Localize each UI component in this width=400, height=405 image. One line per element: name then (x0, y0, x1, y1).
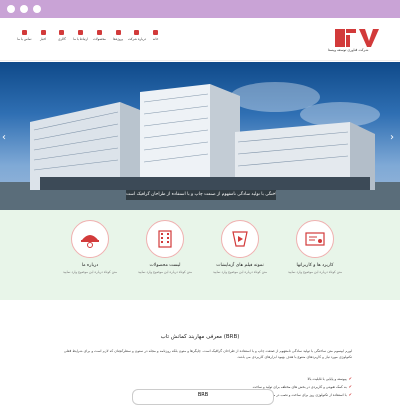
bullet-item: ✔پیوسته و پایایی با قابلیت بالا (307, 376, 352, 381)
hero-slider[interactable]: لورم ایپسوم متن ساختگی با تولید سادگی نا… (0, 62, 400, 210)
content-paragraph: لورم ایپسوم متن ساختگی با تولید سادگی نا… (63, 349, 352, 359)
slider-next-icon[interactable]: › (390, 132, 394, 143)
gallery-icon (59, 30, 65, 35)
main-nav: خانه درباره شرکت پروژه‌ها محصولات ارتباط… (15, 30, 165, 54)
phone-icon (21, 30, 27, 35)
hospital-building-image (0, 84, 400, 210)
helmet-gear-icon (81, 235, 99, 248)
bottom-tab[interactable]: BRB (132, 389, 274, 405)
feature-card-products[interactable]: لیست محصولات متن کوتاه درباره این موضوع … (135, 220, 195, 274)
contact-icon (78, 30, 84, 35)
building-icon (158, 230, 172, 248)
info-icon (134, 30, 140, 35)
feature-card-about[interactable]: درباره ما متن کوتاه درباره این موضوع وار… (60, 220, 120, 274)
page-viewport: شرکت فناوری توسعه ویستا خانه درباره شرکت… (0, 18, 400, 400)
browser-frame: شرکت فناوری توسعه ویستا خانه درباره شرکت… (0, 0, 400, 405)
window-chrome (0, 0, 400, 18)
feature-card-videos[interactable]: نمونه فیلم های آزمایشات متن کوتاه درباره… (210, 220, 270, 274)
brand-tagline: شرکت فناوری توسعه ویستا (328, 48, 369, 52)
nav-item-news[interactable]: اخبار (34, 30, 53, 54)
content-title: معرفی مهاربند کمانش تاب (BRB) (160, 334, 240, 340)
features-section: کاربرد ها و کاربرانها متن کوتاه درباره ا… (0, 210, 400, 300)
window-dot-icon[interactable] (20, 5, 28, 13)
check-icon: ✔ (348, 384, 352, 389)
content-section: معرفی مهاربند کمانش تاب (BRB) لورم ایپسو… (0, 300, 400, 400)
news-icon (40, 30, 46, 35)
check-icon: ✔ (348, 392, 352, 397)
window-dot-icon[interactable] (33, 5, 41, 13)
project-icon (115, 30, 121, 35)
nav-item-gallery[interactable]: گالری (53, 30, 72, 54)
video-icon (232, 231, 248, 247)
slider-prev-icon[interactable]: ‹ (2, 132, 6, 143)
window-dot-icon[interactable] (7, 5, 15, 13)
feature-card-certificates[interactable]: کاربرد ها و کاربرانها متن کوتاه درباره ا… (285, 220, 345, 274)
nav-item-home[interactable]: خانه (146, 30, 165, 54)
certificate-icon (305, 232, 325, 246)
nav-item-projects[interactable]: پروژه‌ها (109, 30, 128, 54)
bottom-tab-label: BRB (197, 392, 209, 398)
nav-item-phone[interactable]: تماس با ما (15, 30, 34, 54)
hero-caption: لورم ایپسوم متن ساختگی با تولید سادگی نا… (126, 190, 276, 200)
home-icon (153, 30, 159, 35)
nav-item-about[interactable]: درباره شرکت (128, 30, 147, 54)
check-icon: ✔ (348, 376, 352, 381)
nav-item-products[interactable]: محصولات (90, 30, 109, 54)
site-header: شرکت فناوری توسعه ویستا خانه درباره شرکت… (0, 18, 400, 61)
product-icon (96, 30, 102, 35)
nav-item-contact[interactable]: ارتباط با ما (71, 30, 90, 54)
